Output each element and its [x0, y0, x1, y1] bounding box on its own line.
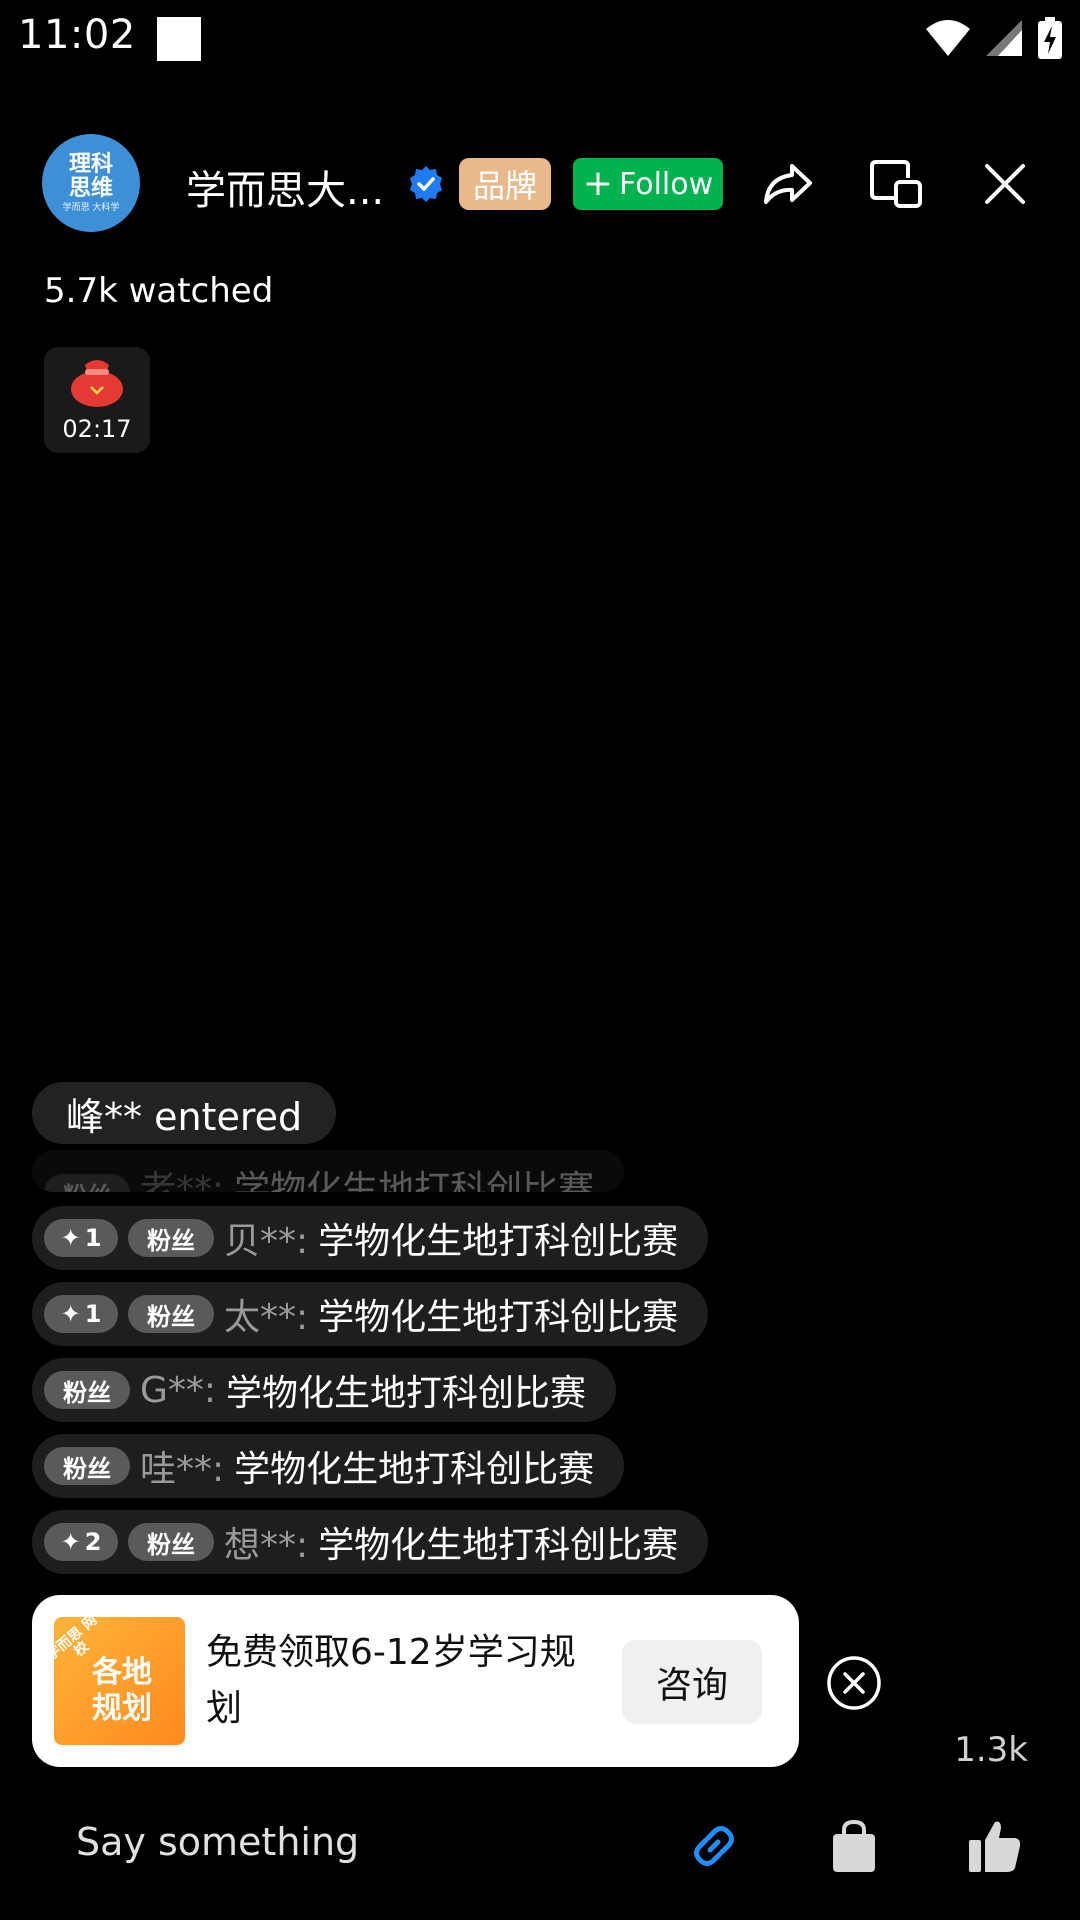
cell-signal-icon [986, 20, 1022, 56]
host-name[interactable]: 学而思大... [186, 158, 384, 216]
share-icon[interactable] [758, 154, 818, 214]
avatar-line-2: 思维 [68, 175, 113, 201]
watched-count: 5.7k watched [44, 271, 274, 311]
notification-square-icon [157, 17, 201, 61]
thumbs-up-icon[interactable] [965, 1816, 1025, 1876]
sparkle-icon: ✦ [60, 1300, 81, 1328]
verified-badge-icon [410, 166, 442, 202]
fan-badge: 粉丝 [128, 1523, 214, 1561]
chat-text: 学物化生地打科创比赛 [318, 1221, 679, 1262]
chat-user[interactable]: 贝**: [224, 1212, 308, 1264]
avatar-line-1: 理科 [68, 151, 113, 177]
chat-message[interactable]: ✦ 1 粉丝 太**: 学物化生地打科创比赛 [32, 1282, 709, 1346]
fan-badge: 粉丝 [44, 1371, 130, 1409]
status-bar: 11:02 [0, 0, 1080, 74]
comment-input[interactable]: Say something [76, 1820, 359, 1864]
chat-text: 学物化生地打科创比赛 [318, 1525, 679, 1566]
red-packet-countdown: 02:17 [62, 415, 132, 443]
promo-close-icon[interactable] [826, 1655, 882, 1711]
plus-icon: + [582, 163, 614, 204]
promo-thumbnail: 学而思 网校 各地 规划 [54, 1617, 185, 1745]
battery-charging-icon [1038, 17, 1062, 59]
screen-switch-icon[interactable] [866, 154, 926, 214]
red-packet-widget[interactable]: 02:17 [44, 347, 150, 453]
level-number: 2 [84, 1528, 102, 1556]
chat-user: 老**: [140, 1169, 225, 1192]
link-icon[interactable] [684, 1816, 744, 1876]
chat-message[interactable]: 粉丝 哇**: 学物化生地打科创比赛 [32, 1434, 625, 1498]
level-badge: ✦ 1 [44, 1295, 118, 1333]
chat-user[interactable]: 想**: [224, 1516, 308, 1568]
promo-card[interactable]: 学而思 网校 各地 规划 免费领取6-12岁学习规划 咨询 [32, 1595, 799, 1767]
shopping-bag-icon[interactable] [824, 1816, 884, 1876]
level-badge: ✦ 1 [44, 1219, 118, 1257]
sparkle-icon: ✦ [60, 1224, 81, 1252]
chat-message[interactable]: ✦ 2 粉丝 想**: 学物化生地打科创比赛 [32, 1510, 709, 1574]
chat-text: 学物化生地打科创比赛 [234, 1169, 595, 1192]
follow-button[interactable]: + Follow [573, 158, 723, 210]
promo-title: 免费领取6-12岁学习规划 [206, 1632, 576, 1729]
fan-badge: 粉丝 [44, 1174, 130, 1192]
fan-badge: 粉丝 [128, 1295, 214, 1333]
status-time: 11:02 [18, 12, 136, 58]
level-number: 1 [84, 1224, 102, 1252]
chat-text: 学物化生地打科创比赛 [234, 1449, 595, 1490]
close-icon[interactable] [975, 154, 1035, 214]
fan-badge: 粉丝 [128, 1219, 214, 1257]
brand-tag: 品牌 [459, 158, 551, 210]
like-count: 1.3k [954, 1730, 1028, 1770]
sparkle-icon: ✦ [60, 1528, 81, 1556]
chat-message[interactable]: 粉丝 G**: 学物化生地打科创比赛 [32, 1358, 617, 1422]
wifi-icon [926, 20, 970, 56]
consult-button[interactable]: 咨询 [622, 1640, 762, 1724]
chat-user[interactable]: 哇**: [140, 1440, 224, 1492]
follow-label: Follow [619, 166, 714, 202]
chat-user[interactable]: 太**: [224, 1288, 308, 1340]
chat-text: 学物化生地打科创比赛 [226, 1373, 587, 1414]
chat-message-faded: 粉丝 老**: 学物化生地打科创比赛 [32, 1150, 625, 1192]
chat-text: 学物化生地打科创比赛 [318, 1297, 679, 1338]
chat-message[interactable]: ✦ 1 粉丝 贝**: 学物化生地打科创比赛 [32, 1206, 709, 1270]
red-packet-icon [71, 360, 123, 407]
host-avatar[interactable]: 理科 思维 学而思 大科学 [42, 134, 140, 232]
level-badge: ✦ 2 [44, 1523, 118, 1561]
level-number: 1 [84, 1300, 102, 1328]
fan-badge: 粉丝 [44, 1447, 130, 1485]
chat-user[interactable]: G**: [140, 1370, 216, 1411]
promo-thumb-main: 各地 规划 [92, 1655, 152, 1726]
avatar-subtext: 学而思 大科学 [62, 202, 120, 213]
entered-notice: 峰** entered [32, 1082, 337, 1144]
status-icons [926, 16, 1062, 60]
